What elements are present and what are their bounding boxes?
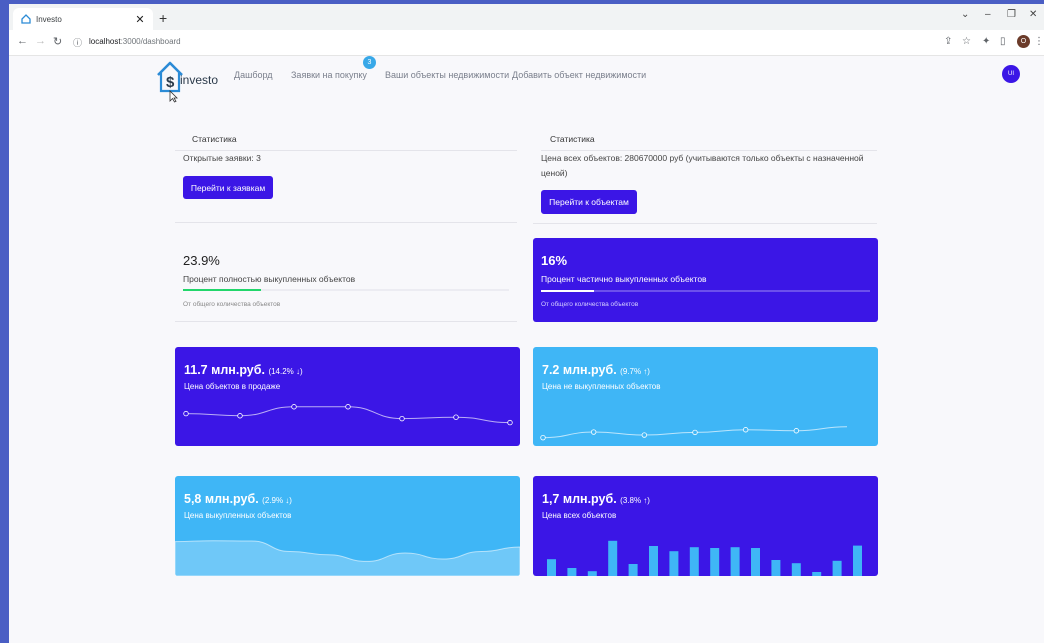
percent-partial-value: 16%	[541, 253, 568, 268]
url-field[interactable]: localhost:3000/dashboard	[89, 37, 181, 46]
area-series	[175, 540, 520, 576]
minimize-icon[interactable]: –	[985, 9, 991, 20]
back-icon[interactable]: ←	[17, 35, 28, 47]
svg-text:$: $	[166, 74, 175, 91]
bought-value: 5,8 млн.руб. (2.9% ↓)	[184, 492, 292, 506]
data-point[interactable]	[237, 413, 243, 419]
bar[interactable]	[730, 547, 740, 576]
percent-full-sub: От общего количества объектов	[183, 301, 281, 308]
brand-name: investo	[180, 73, 219, 87]
tab-close-icon[interactable]: ✕	[133, 13, 147, 26]
data-point[interactable]	[692, 429, 698, 436]
data-point[interactable]	[399, 415, 405, 422]
all-card: 1,7 млн.руб. (3.8% ↑) Цена всех объектов	[533, 476, 878, 576]
forward-icon[interactable]: →	[35, 35, 46, 47]
percent-partial-label: Процент частично выкупленных объектов	[541, 274, 707, 284]
on-sale-value: 11.7 млн.руб. (14.2% ↓)	[184, 363, 303, 377]
percent-partial-progress-fill	[541, 290, 594, 292]
all-bar-chart	[547, 540, 862, 576]
bar[interactable]	[649, 546, 658, 576]
stats-heading-right: Статистика	[550, 134, 595, 144]
menu-kebab-icon[interactable]: ⋮	[1034, 36, 1044, 47]
bought-area-chart	[175, 540, 520, 576]
bar[interactable]	[812, 572, 822, 576]
new-tab-icon[interactable]: +	[159, 10, 167, 26]
percent-full-progress-fill	[183, 289, 261, 291]
site-info-icon[interactable]: ⓘ	[73, 36, 82, 49]
go-to-requests-button[interactable]: Перейти к заявкам	[183, 176, 273, 199]
bar[interactable]	[567, 568, 577, 576]
browser-tab[interactable]: Investo ✕	[13, 8, 153, 30]
data-point[interactable]	[590, 429, 597, 435]
not-bought-card: 7.2 млн.руб. (9.7% ↑) Цена не выкупленны…	[533, 347, 878, 446]
browser-window: Investo ✕ + ⌄ – ❐ ✕ ← → ↻ ⓘ localhost:30…	[9, 4, 1044, 643]
profile-avatar[interactable]: O	[1017, 35, 1030, 48]
reload-icon[interactable]: ↻	[53, 35, 62, 48]
bought-card: 5,8 млн.руб. (2.9% ↓) Цена выкупленных о…	[175, 476, 520, 576]
data-point[interactable]	[507, 419, 513, 426]
tab-search-icon[interactable]: ⌄	[961, 9, 969, 20]
not-bought-label: Цена не выкупленных объектов	[542, 382, 661, 391]
total-price-text: Цена всех объектов: 280670000 руб (учиты…	[541, 153, 864, 178]
data-point[interactable]	[793, 428, 800, 434]
bar[interactable]	[751, 548, 760, 576]
nav-dashboard[interactable]: Дашборд	[234, 70, 273, 80]
all-value: 1,7 млн.руб. (3.8% ↑)	[542, 492, 650, 506]
percent-full-label: Процент полностью выкупленных объектов	[183, 274, 356, 284]
open-requests-text: Открытые заявки: 3	[183, 153, 261, 163]
address-bar: ← → ↻ ⓘ localhost:3000/dashboard ⇪ ☆ ✦ ▯…	[9, 30, 1044, 56]
divider	[533, 223, 877, 224]
bar[interactable]	[628, 564, 638, 576]
extensions-icon[interactable]: ✦	[982, 36, 990, 47]
mouse-cursor-icon	[169, 90, 178, 103]
tab-strip: Investo ✕ + ⌄ – ❐ ✕	[9, 4, 1044, 30]
on-sale-label: Цена объектов в продаже	[184, 382, 281, 391]
requests-badge: 3	[363, 56, 376, 69]
bar[interactable]	[791, 563, 801, 576]
percent-full-value: 23.9%	[183, 253, 220, 268]
bar[interactable]	[587, 571, 597, 576]
side-panel-icon[interactable]: ▯	[1000, 36, 1006, 47]
not-bought-value: 7.2 млн.руб. (9.7% ↑)	[542, 363, 650, 377]
bar[interactable]	[547, 559, 556, 576]
on-sale-card: 11.7 млн.руб. (14.2% ↓) Цена объектов в …	[175, 347, 520, 446]
data-point[interactable]	[641, 432, 648, 438]
data-point[interactable]	[742, 427, 749, 433]
favicon-icon	[21, 14, 31, 24]
share-icon[interactable]: ⇪	[944, 36, 952, 47]
tab-title: Investo	[36, 14, 62, 24]
go-to-properties-button[interactable]: Перейти к объектам	[541, 190, 637, 214]
bar[interactable]	[608, 540, 618, 576]
bar[interactable]	[771, 560, 781, 576]
percent-partial-progress	[541, 290, 870, 292]
bar[interactable]	[669, 551, 679, 576]
data-point[interactable]	[453, 414, 459, 420]
nav-add-property[interactable]: Добавить объект недвижимости	[512, 70, 646, 80]
bar[interactable]	[710, 548, 720, 576]
all-label: Цена всех объектов	[542, 511, 617, 520]
bar[interactable]	[853, 545, 862, 576]
data-point[interactable]	[540, 434, 546, 441]
restore-icon[interactable]: ❐	[1007, 9, 1016, 20]
percent-partial-card: 16% Процент частично выкупленных объекто…	[533, 238, 878, 322]
divider	[175, 321, 517, 322]
bookmark-star-icon[interactable]: ☆	[962, 36, 971, 47]
percent-full-progress	[183, 289, 509, 291]
not-bought-line-chart	[540, 426, 848, 441]
bar[interactable]	[832, 560, 842, 576]
bar[interactable]	[689, 547, 699, 576]
divider	[175, 222, 517, 223]
data-point[interactable]	[345, 404, 351, 410]
nav-purchase-requests[interactable]: Заявки на покупку	[291, 70, 367, 80]
bought-label: Цена выкупленных объектов	[184, 511, 292, 520]
percent-partial-sub: От общего количества объектов	[541, 301, 639, 308]
window-close-icon[interactable]: ✕	[1029, 9, 1037, 20]
on-sale-line-chart	[183, 404, 513, 426]
data-point[interactable]	[291, 404, 297, 410]
user-avatar[interactable]: UI	[1002, 65, 1020, 83]
nav-your-properties[interactable]: Ваши объекты недвижимости	[385, 70, 509, 80]
data-point[interactable]	[183, 410, 189, 417]
stats-heading-left: Статистика	[192, 134, 237, 144]
